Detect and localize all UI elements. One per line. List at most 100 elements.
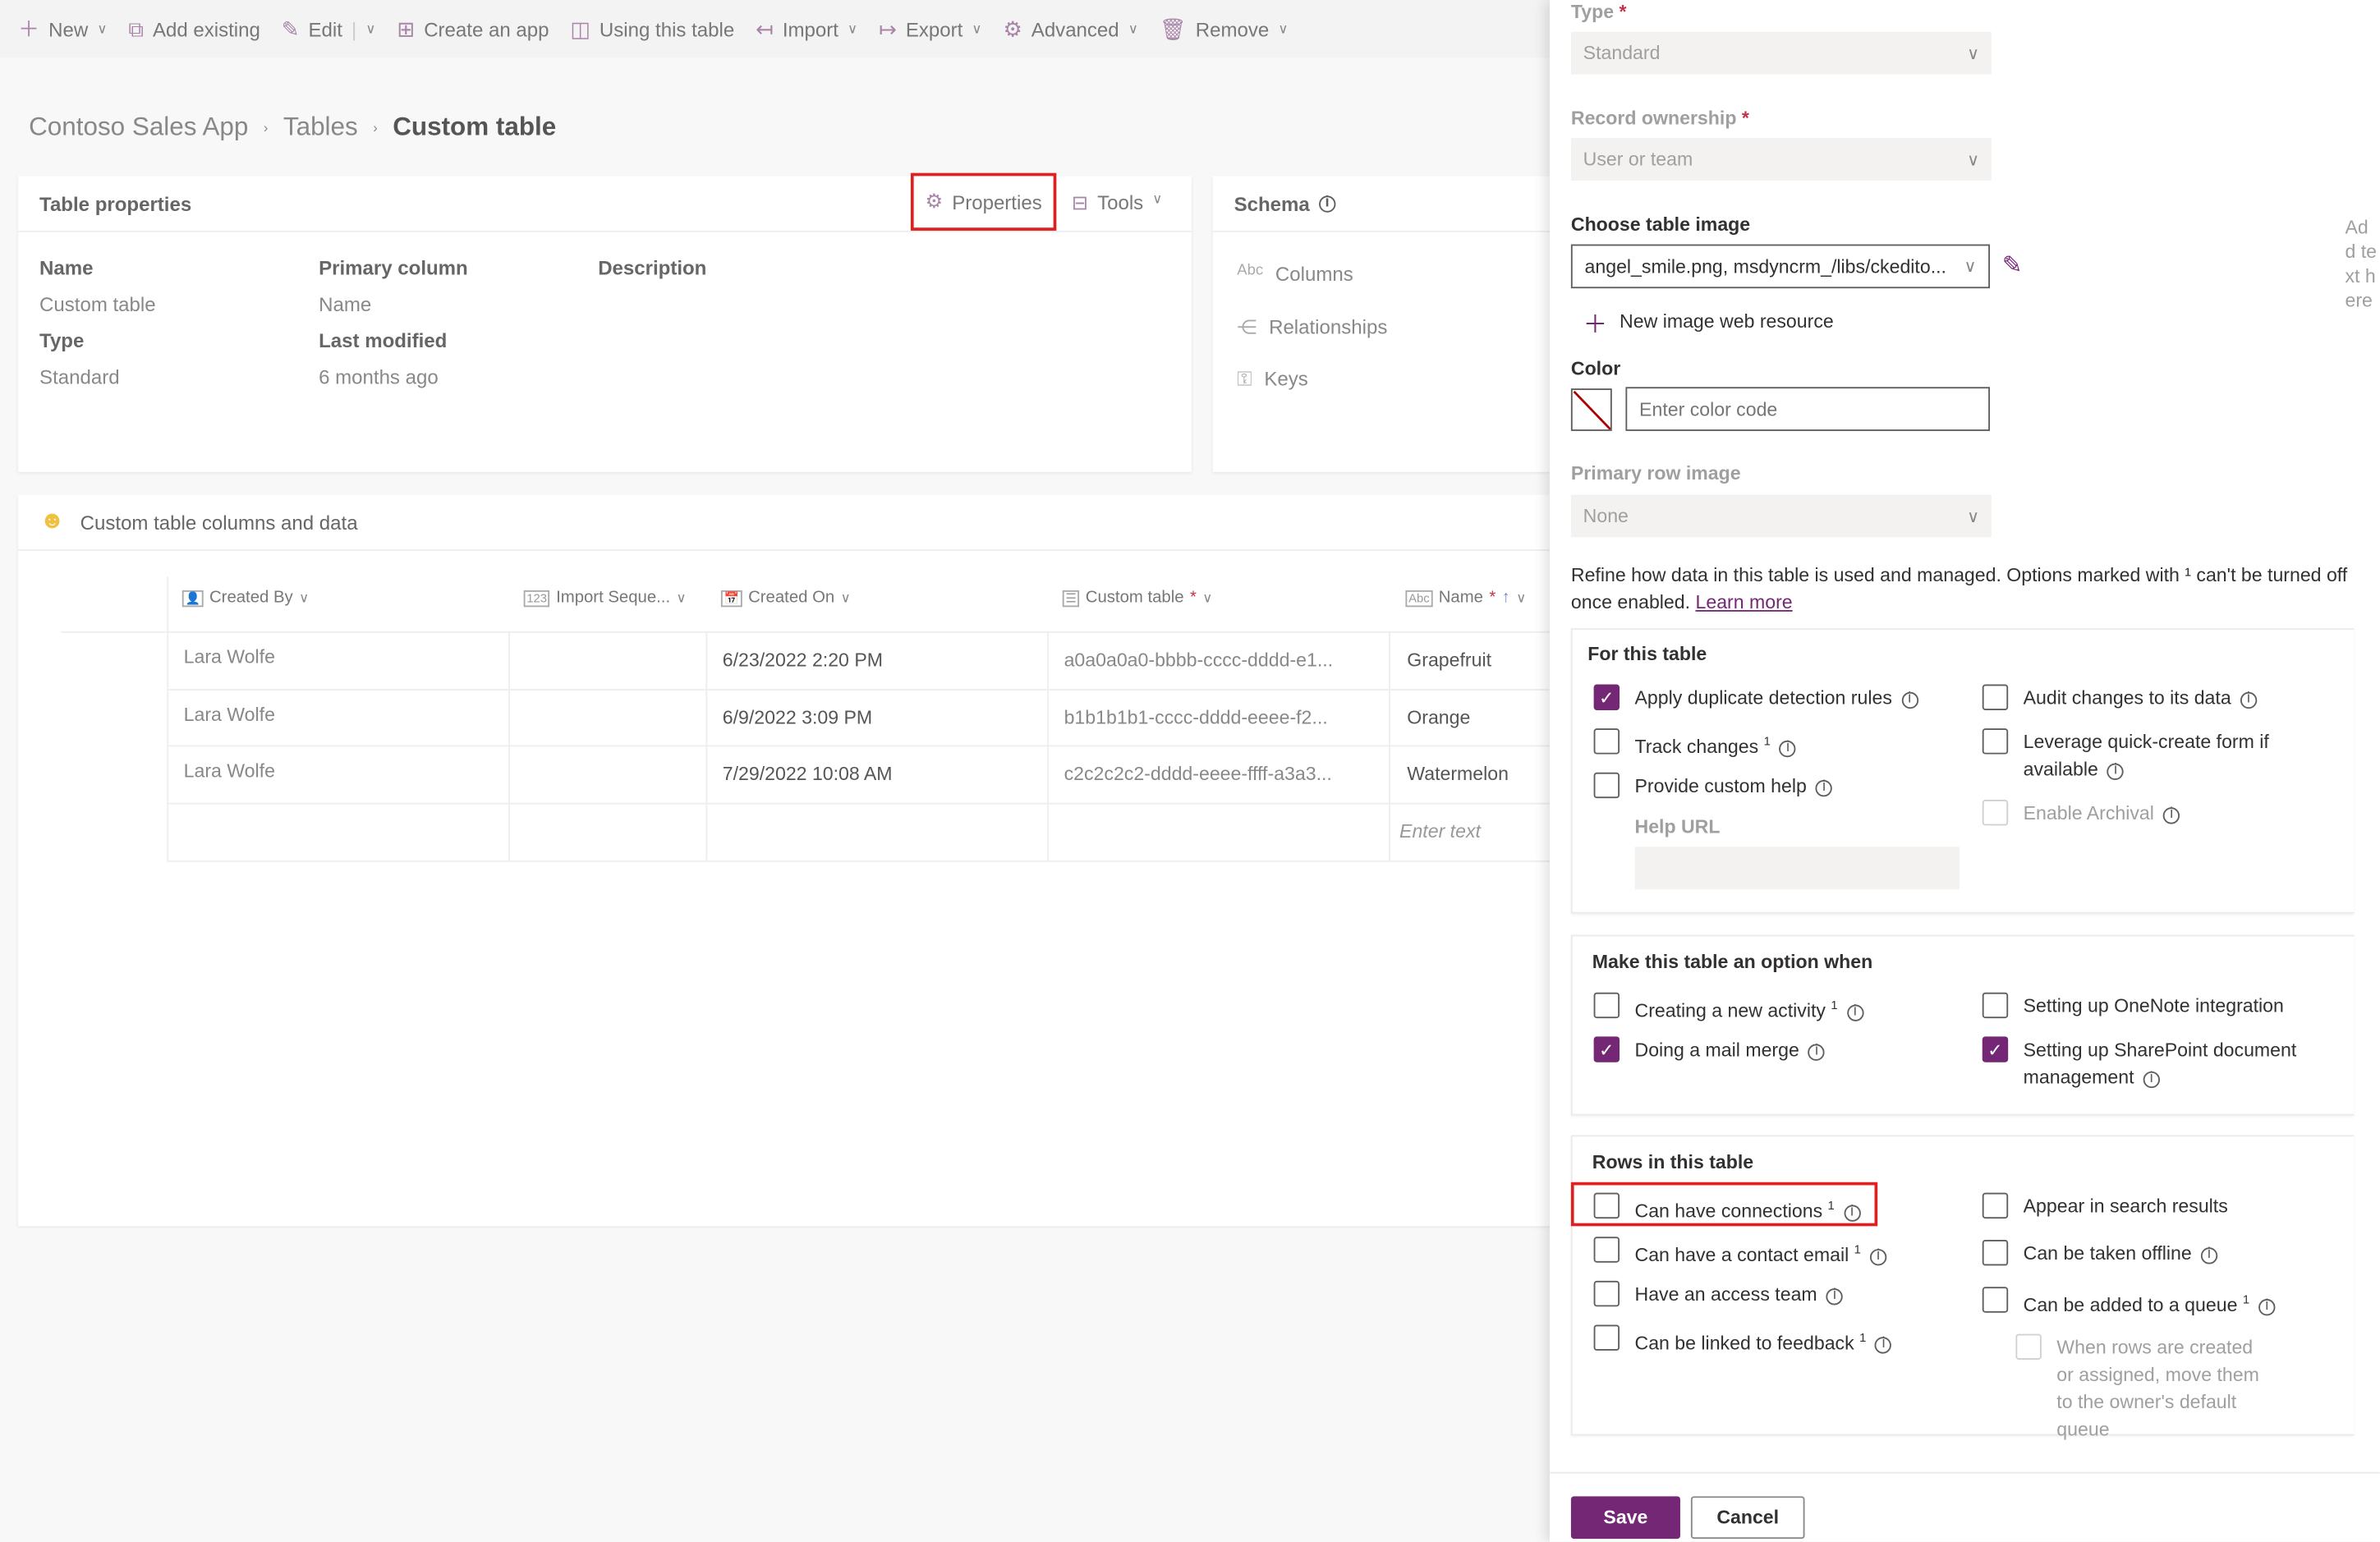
info-icon[interactable]: i	[1826, 1287, 1844, 1305]
checkbox-option[interactable]: Can have a contact email 1i	[1593, 1237, 1887, 1269]
ownership-label: Record ownership *	[1570, 108, 1749, 130]
properties-button[interactable]: ⚙ Properties	[910, 172, 1057, 231]
grid-cell[interactable]: c2c2c2c2-dddd-eeee-ffff-a3a3...	[1064, 764, 1332, 785]
info-icon[interactable]: i	[1779, 740, 1797, 757]
info-icon[interactable]: i	[1808, 1043, 1826, 1060]
schema-columns[interactable]: Abc Columns	[1237, 263, 1353, 286]
cancel-button[interactable]: Cancel	[1690, 1496, 1805, 1540]
color-code-input[interactable]	[1625, 387, 1990, 431]
checkbox-icon[interactable]	[1593, 1324, 1620, 1351]
breadcrumb-tables[interactable]: Tables	[283, 112, 358, 143]
tools-button[interactable]: ⊟ Tools ∨	[1072, 191, 1163, 216]
checkbox-option[interactable]: Provide custom help i	[1593, 772, 1833, 800]
info-icon[interactable]: i	[1815, 779, 1833, 796]
import-button[interactable]: ↤ Import ∨	[756, 16, 857, 41]
edit-button[interactable]: ✎ Edit | ∨	[282, 16, 376, 41]
grid-cell[interactable]: Lara Wolfe	[184, 646, 275, 668]
last-modified-label: Last modified	[319, 329, 448, 352]
checkbox-option[interactable]: Track changes 1i	[1593, 728, 1797, 760]
checkbox-option[interactable]: Can be added to a queue 1i	[1982, 1287, 2276, 1319]
grid-cell[interactable]: Orange	[1407, 707, 1470, 728]
checkbox-icon[interactable]	[1593, 728, 1620, 755]
type-select: Standard ∨	[1570, 31, 1992, 75]
column-header[interactable]: 123 Import Seque... ∨	[523, 589, 687, 607]
checkbox-option[interactable]: Can be linked to feedback 1i	[1593, 1324, 1892, 1356]
grid-cell[interactable]: Lara Wolfe	[184, 760, 275, 782]
color-swatch[interactable]	[1570, 388, 1612, 431]
column-header[interactable]: 📅 Created On ∨	[720, 589, 851, 607]
new-button[interactable]: ＋ New ∨	[18, 14, 107, 44]
info-icon[interactable]: i	[1875, 1337, 1892, 1353]
table-image-dropdown[interactable]: angel_smile.png, msdyncrm_/libs/ckedito.…	[1570, 244, 1990, 289]
schema-keys[interactable]: ⚿ Keys	[1237, 367, 1308, 392]
checkbox-icon[interactable]	[1593, 772, 1620, 799]
column-divider	[705, 631, 708, 860]
info-icon[interactable]: i	[1318, 195, 1336, 212]
chevron-down-icon: ∨	[1278, 20, 1289, 36]
checkbox-icon[interactable]	[1593, 1237, 1620, 1263]
column-header[interactable]: Abc Name * ↑ ∨	[1405, 589, 1526, 607]
checkbox-option[interactable]: Setting up OneNote integration	[1982, 992, 2284, 1020]
checkbox-icon[interactable]	[1982, 684, 2009, 710]
info-icon[interactable]: i	[2107, 762, 2125, 780]
add-existing-icon: ⧉	[128, 16, 144, 40]
edit-pencil-icon[interactable]: ✎	[2002, 250, 2023, 281]
checkbox-icon[interactable]	[1982, 728, 2009, 755]
create-app-button[interactable]: ⊞ Create an app	[397, 16, 549, 41]
checkbox-checked-icon[interactable]: ✓	[1982, 1036, 2009, 1062]
new-row-input[interactable]: Enter text	[1399, 821, 1481, 842]
checkbox-checked-icon[interactable]: ✓	[1593, 684, 1620, 710]
checkbox-option[interactable]: Have an access team i	[1593, 1280, 1844, 1308]
info-icon[interactable]: i	[2240, 691, 2258, 709]
info-icon[interactable]: i	[1900, 691, 1918, 709]
save-button[interactable]: Save	[1570, 1496, 1680, 1540]
grid-cell[interactable]: 6/9/2022 3:09 PM	[723, 707, 872, 728]
schema-title: Schema	[1234, 191, 1310, 215]
info-icon[interactable]: i	[2143, 1070, 2160, 1088]
grid-cell[interactable]: Lara Wolfe	[184, 704, 275, 726]
grid-cell[interactable]: Watermelon	[1407, 764, 1509, 785]
schema-relationships[interactable]: ⋲ Relationships	[1237, 315, 1387, 340]
add-existing-button[interactable]: ⧉ Add existing	[128, 16, 260, 41]
checkbox-option[interactable]: Appear in search results	[1982, 1192, 2228, 1220]
chevron-down-icon: ∨	[972, 20, 982, 36]
grid-cell[interactable]: b1b1b1b1-cccc-dddd-eeee-f2...	[1064, 707, 1328, 728]
checkbox-option[interactable]: Leverage quick-create form if available i	[1982, 728, 2317, 783]
checkbox-option[interactable]: ✓ Doing a mail merge i	[1593, 1036, 1826, 1063]
grid-cell[interactable]: Grapefruit	[1407, 649, 1491, 671]
checkbox-icon[interactable]	[1982, 1287, 2009, 1313]
info-icon[interactable]: i	[1869, 1248, 1887, 1265]
new-image-resource-button[interactable]: ＋ New image web resource	[1583, 304, 1834, 340]
export-button[interactable]: ↦ Export ∨	[879, 16, 982, 41]
checkbox-option[interactable]: Audit changes to its data i	[1982, 684, 2258, 712]
info-icon[interactable]: i	[1846, 1003, 1864, 1021]
checkbox-icon[interactable]	[1982, 1239, 2009, 1266]
checkbox-option[interactable]: ✓ Setting up SharePoint document manageme…	[1982, 1036, 2317, 1091]
info-icon[interactable]: i	[2163, 806, 2180, 824]
info-icon[interactable]: i	[2258, 1298, 2276, 1315]
learn-more-link[interactable]: Learn more	[1695, 592, 1792, 613]
breadcrumb-app[interactable]: Contoso Sales App	[29, 112, 248, 143]
grid-cell[interactable]: 6/23/2022 2:20 PM	[723, 649, 883, 671]
checkbox-checked-icon[interactable]: ✓	[1593, 1036, 1620, 1062]
checkbox-option[interactable]: ✓ Apply duplicate detection rules i	[1593, 684, 1918, 712]
column-header[interactable]: ☰ Custom table * ∨	[1062, 589, 1212, 607]
checkbox-option[interactable]: Creating a new activity 1i	[1593, 992, 1864, 1025]
advanced-button[interactable]: ⚙ Advanced ∨	[1003, 16, 1137, 41]
grid-cell[interactable]: 7/29/2022 10:08 AM	[723, 764, 893, 785]
remove-button[interactable]: 🗑 Remove ∨	[1160, 16, 1289, 41]
text-icon: Abc	[1405, 590, 1433, 607]
row-divider	[167, 745, 1551, 747]
grid-cell[interactable]: a0a0a0a0-bbbb-cccc-dddd-e1...	[1064, 649, 1334, 671]
checkbox-option[interactable]: Can be taken offline i	[1982, 1239, 2218, 1267]
checkbox-icon[interactable]	[1982, 992, 2009, 1019]
column-header[interactable]: 👤 Created By ∨	[181, 589, 309, 607]
checkbox-icon[interactable]	[1593, 1280, 1620, 1307]
info-icon[interactable]: i	[2200, 1246, 2218, 1264]
checkbox-icon[interactable]	[1593, 992, 1620, 1019]
checkbox-icon[interactable]	[1982, 1192, 2009, 1219]
data-card-title: Custom table columns and data	[80, 510, 358, 534]
section-title: Make this table an option when	[1592, 951, 1873, 973]
chevron-down-icon: ∨	[365, 20, 376, 36]
using-table-button[interactable]: ◫ Using this table	[570, 16, 734, 41]
